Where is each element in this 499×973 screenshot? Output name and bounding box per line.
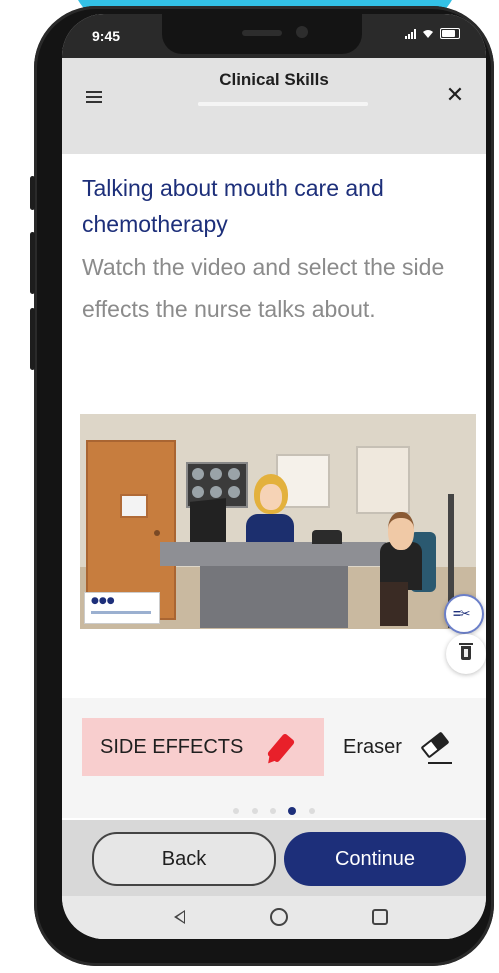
speaker-grille bbox=[242, 30, 282, 36]
eraser-button[interactable]: Eraser bbox=[343, 736, 402, 759]
phone-notch bbox=[162, 14, 362, 54]
phone-screen: 9:45 Clinical Skills ✕ Talking about mou… bbox=[62, 14, 486, 939]
nav-home-icon[interactable] bbox=[270, 908, 288, 926]
nav-recents-icon[interactable] bbox=[372, 909, 388, 925]
video-scene-phone bbox=[312, 530, 342, 544]
lesson-progress-bar bbox=[198, 102, 368, 106]
nav-back-icon[interactable] bbox=[174, 910, 185, 924]
eraser-underline bbox=[428, 762, 452, 764]
system-nav-bar bbox=[62, 896, 486, 939]
continue-button[interactable]: Continue bbox=[284, 832, 466, 886]
video-scene-anatomy-poster bbox=[356, 446, 410, 514]
signal-icon bbox=[405, 28, 416, 39]
status-icons bbox=[405, 28, 460, 39]
phone-volume-up bbox=[30, 232, 35, 294]
page-dot[interactable] bbox=[233, 807, 240, 814]
phone-volume-down bbox=[30, 308, 35, 370]
footer-actions: Back Continue bbox=[62, 820, 486, 896]
page-dot[interactable] bbox=[270, 807, 276, 814]
highlighter-label: SIDE EFFECTS bbox=[100, 736, 244, 758]
back-button[interactable]: Back bbox=[92, 832, 276, 886]
trash-icon[interactable] bbox=[446, 634, 486, 674]
video-scene-desk-base bbox=[200, 564, 348, 628]
video-logo: ●●● bbox=[84, 592, 160, 624]
page-title: Clinical Skills bbox=[219, 70, 329, 89]
page-dot[interactable] bbox=[251, 807, 258, 814]
video-scene-desk bbox=[160, 542, 386, 566]
phone-side-button bbox=[30, 176, 35, 210]
video-player[interactable]: ●●● bbox=[80, 414, 476, 629]
page-dot-active[interactable] bbox=[288, 806, 297, 815]
lesson-title: Talking about mouth care and chemotherap… bbox=[82, 175, 384, 237]
battery-icon bbox=[440, 28, 460, 39]
compare-icon[interactable]: =✂ bbox=[444, 594, 484, 634]
annotation-toolbar: SIDE EFFECTS Eraser bbox=[62, 698, 486, 818]
front-camera bbox=[296, 26, 308, 38]
page-dot[interactable] bbox=[308, 807, 315, 814]
video-scene-nurse-face bbox=[260, 484, 282, 510]
lesson-instructions: Watch the video and select the side effe… bbox=[82, 254, 445, 322]
status-time: 9:45 bbox=[92, 28, 121, 44]
pagination-dots bbox=[62, 802, 486, 820]
video-scene-patient-head bbox=[388, 512, 414, 550]
app-header: Clinical Skills ✕ bbox=[62, 58, 486, 154]
video-scene-patient-legs bbox=[380, 582, 408, 626]
eraser-icon bbox=[420, 731, 450, 759]
close-icon[interactable]: ✕ bbox=[442, 82, 468, 108]
wifi-icon bbox=[423, 29, 433, 38]
status-bar: 9:45 bbox=[62, 14, 486, 58]
